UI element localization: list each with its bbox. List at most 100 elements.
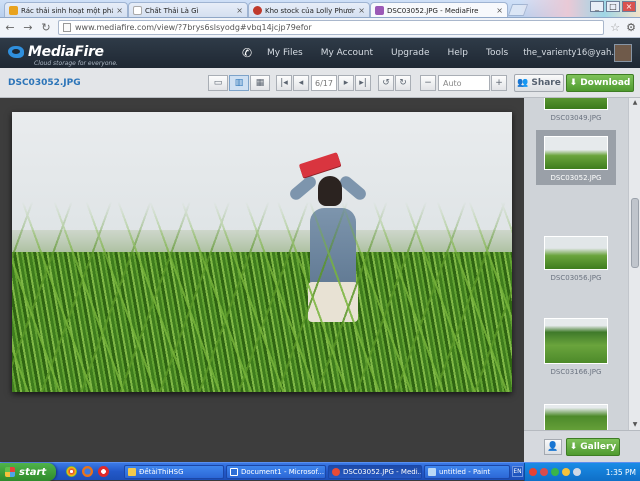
task-folder[interactable]: ĐềtàiThiHSG xyxy=(124,465,224,479)
tab-chat-thai[interactable]: Chất Thải Là Gì × xyxy=(128,2,248,17)
maximize-icon[interactable]: □ xyxy=(606,1,620,12)
url-text: www.mediafire.com/view/?7brys6slsyodg#vb… xyxy=(75,23,312,32)
tab-close-icon[interactable]: × xyxy=(358,6,365,15)
thumbnail-item[interactable]: DSC03056.JPG xyxy=(536,236,616,282)
tray-misc-icon[interactable] xyxy=(573,468,581,476)
person-icon[interactable]: 👤 xyxy=(544,439,562,455)
prev-page-icon[interactable]: ◂ xyxy=(293,75,309,91)
photo-foreground-grass xyxy=(12,202,512,392)
tab-close-icon[interactable]: × xyxy=(496,6,503,15)
thumbnail-scrollbar[interactable]: ▲ ▼ xyxy=(628,98,640,430)
chrome-icon xyxy=(332,468,340,476)
tray-app-icon[interactable] xyxy=(529,468,537,476)
thumbnail-item[interactable] xyxy=(536,404,616,430)
thumbnail-item-selected[interactable]: DSC03052.JPG xyxy=(536,130,616,185)
tab-mediafire[interactable]: DSC03052.JPG - MediaFire × xyxy=(370,2,508,17)
folder-icon xyxy=(128,468,136,476)
rail-footer: 👤 ⬇ Gallery xyxy=(524,430,640,462)
thumbnail-item[interactable]: DSC03166.JPG xyxy=(536,318,616,376)
grid-view-icon[interactable]: ▦ xyxy=(250,75,270,91)
windows-taskbar: start ĐềtàiThiHSG Document1 - Microsof..… xyxy=(0,462,640,481)
wrench-menu-icon[interactable]: ⚙ xyxy=(626,21,636,34)
zoom-select[interactable]: Auto xyxy=(438,75,490,91)
media-player-icon[interactable] xyxy=(98,466,109,477)
tab-kho-stock[interactable]: Kho stock của Lolly Phương × xyxy=(248,2,370,17)
system-tray: 1:35 PM xyxy=(524,463,640,481)
nav-my-account[interactable]: My Account xyxy=(312,48,382,58)
task-label: Document1 - Microsof... xyxy=(241,468,325,476)
url-field[interactable]: www.mediafire.com/view/?7brys6slsyodg#vb… xyxy=(58,20,605,35)
tab-label: Chất Thải Là Gì xyxy=(145,6,199,15)
task-word[interactable]: Document1 - Microsof... xyxy=(226,465,326,479)
scroll-thumb[interactable] xyxy=(631,198,639,268)
file-name: DSC03052.JPG xyxy=(8,78,81,88)
share-icon: 👥 xyxy=(517,78,529,88)
main-photo[interactable] xyxy=(12,112,512,392)
chrome-icon[interactable] xyxy=(66,466,77,477)
nav-help[interactable]: Help xyxy=(438,48,477,58)
mediafire-logo[interactable]: MediaFire Cloud storage for everyone. xyxy=(8,44,118,67)
photo-figure-arm xyxy=(337,173,369,203)
thumbnail-rail: DSC03049.JPG DSC03052.JPG DSC03056.JPG D… xyxy=(524,98,628,430)
nav-my-files[interactable]: My Files xyxy=(258,48,312,58)
avatar[interactable] xyxy=(614,44,632,62)
download-arrow-icon: ⬇ xyxy=(569,78,578,88)
back-arrow-icon[interactable]: ← xyxy=(4,21,16,34)
last-page-icon[interactable]: ▸| xyxy=(355,75,371,91)
mediafire-header: MediaFire Cloud storage for everyone. ✆ … xyxy=(0,38,640,68)
tab-close-icon[interactable]: × xyxy=(116,6,123,15)
minimize-icon[interactable]: _ xyxy=(590,1,604,12)
nav-tools[interactable]: Tools xyxy=(477,48,517,58)
thumbnail-image xyxy=(544,318,608,364)
start-button[interactable]: start xyxy=(0,463,56,481)
thumbnail-image xyxy=(544,404,608,430)
zoom-out-icon[interactable]: − xyxy=(420,75,436,91)
photo-figure-arm xyxy=(287,173,319,203)
browser-tab-strip: Rác thải sinh hoạt một phần × Chất Thải … xyxy=(0,0,640,18)
task-browser[interactable]: DSC03052.JPG - Medi... xyxy=(328,465,422,479)
nav-upgrade[interactable]: Upgrade xyxy=(382,48,438,58)
photo-red-book xyxy=(298,152,342,178)
zoom-in-icon[interactable]: + xyxy=(491,75,507,91)
thumbnail-item[interactable]: DSC03049.JPG xyxy=(536,98,616,122)
rotate-right-icon[interactable]: ↻ xyxy=(395,75,411,91)
clock[interactable]: 1:35 PM xyxy=(606,468,636,477)
rotate-left-icon[interactable]: ↺ xyxy=(378,75,394,91)
windows-logo-icon xyxy=(5,467,15,477)
language-indicator[interactable]: EN xyxy=(512,466,523,477)
download-button[interactable]: ⬇ Download xyxy=(566,74,634,92)
tray-volume-icon[interactable] xyxy=(562,468,570,476)
page-indicator[interactable]: 6/17 xyxy=(311,75,337,91)
tab-label: DSC03052.JPG - MediaFire xyxy=(387,6,479,15)
phone-icon[interactable]: ✆ xyxy=(236,46,258,60)
gallery-button[interactable]: ⬇ Gallery xyxy=(566,438,620,456)
scroll-down-icon[interactable]: ▼ xyxy=(630,420,640,430)
bookmark-star-icon[interactable]: ☆ xyxy=(610,21,620,34)
reload-icon[interactable]: ↻ xyxy=(40,21,52,34)
tab-rac-thai[interactable]: Rác thải sinh hoạt một phần × xyxy=(4,2,128,17)
thumbnail-image xyxy=(544,136,608,170)
thumbnail-label: DSC03166.JPG xyxy=(550,368,602,376)
scroll-up-icon[interactable]: ▲ xyxy=(630,98,640,108)
single-view-icon[interactable]: ▭ xyxy=(208,75,228,91)
next-page-icon[interactable]: ▸ xyxy=(338,75,354,91)
thumbnail-image xyxy=(544,236,608,270)
share-button[interactable]: 👥 Share xyxy=(514,74,564,92)
user-email[interactable]: the_varienty16@yah... xyxy=(517,48,619,58)
tray-network-icon[interactable] xyxy=(551,468,559,476)
tab-close-icon[interactable]: × xyxy=(236,6,243,15)
thumbnail-label: DSC03049.JPG xyxy=(550,114,602,122)
task-label: ĐềtàiThiHSG xyxy=(139,468,184,476)
tab-favicon xyxy=(253,6,262,15)
firefox-icon[interactable] xyxy=(82,466,93,477)
split-view-icon[interactable]: ▥ xyxy=(229,75,249,91)
close-window-icon[interactable]: × xyxy=(622,1,636,12)
tray-security-icon[interactable] xyxy=(540,468,548,476)
tab-label: Rác thải sinh hoạt một phần xyxy=(21,6,114,15)
page-icon xyxy=(63,23,71,32)
forward-arrow-icon[interactable]: → xyxy=(22,21,34,34)
first-page-icon[interactable]: |◂ xyxy=(276,75,292,91)
task-label: untitled - Paint xyxy=(439,468,491,476)
mediafire-flame-icon xyxy=(8,46,24,58)
task-paint[interactable]: untitled - Paint xyxy=(424,465,510,479)
